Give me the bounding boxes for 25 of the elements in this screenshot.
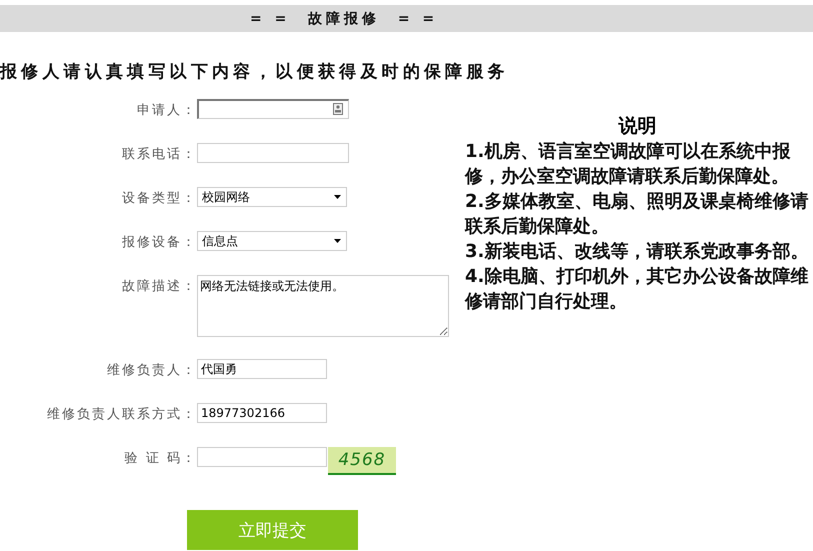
note-text: 3.新装电话、改线等，请联系党政事务部。	[465, 240, 810, 264]
caret-icon	[334, 195, 341, 199]
notes-title: 说明	[617, 114, 658, 139]
input-field[interactable]	[197, 99, 349, 119]
field-label: 验 证 码：	[124, 450, 197, 468]
field-label: 故障描述：	[121, 278, 197, 296]
field-label: 维修负责人联系方式：	[46, 406, 197, 424]
note-text: 2.多媒体教室、电扇、照明及课桌椅维修请联系后勤保障处。	[465, 190, 810, 239]
dropdown[interactable]: 信息点	[197, 231, 347, 251]
captcha-image: 4568	[328, 447, 396, 475]
input-field[interactable]: 18977302166	[197, 403, 327, 423]
field-label: 联系电话：	[121, 146, 197, 164]
input-field[interactable]	[197, 143, 349, 163]
note-text: 4.除电脑、打印机外，其它办公设备故障维修请部门自行处理。	[465, 265, 810, 314]
field-label: 设备类型：	[121, 190, 197, 208]
field-label: 报修设备：	[121, 234, 197, 252]
field-label: 维修负责人：	[106, 362, 197, 380]
field-label: 申请人：	[136, 102, 197, 120]
dropdown[interactable]: 校园网络	[197, 187, 347, 207]
page-title: = = 故障报修 = =	[250, 10, 438, 28]
description-textarea[interactable]: 网络无法链接或无法使用。	[197, 275, 449, 337]
caret-icon	[334, 239, 341, 243]
note-text: 1.机房、语言室空调故障可以在系统中报修，办公室空调故障请联系后勤保障处。	[465, 140, 792, 189]
captcha-field[interactable]	[197, 447, 327, 467]
input-field[interactable]: 代国勇	[197, 359, 327, 379]
